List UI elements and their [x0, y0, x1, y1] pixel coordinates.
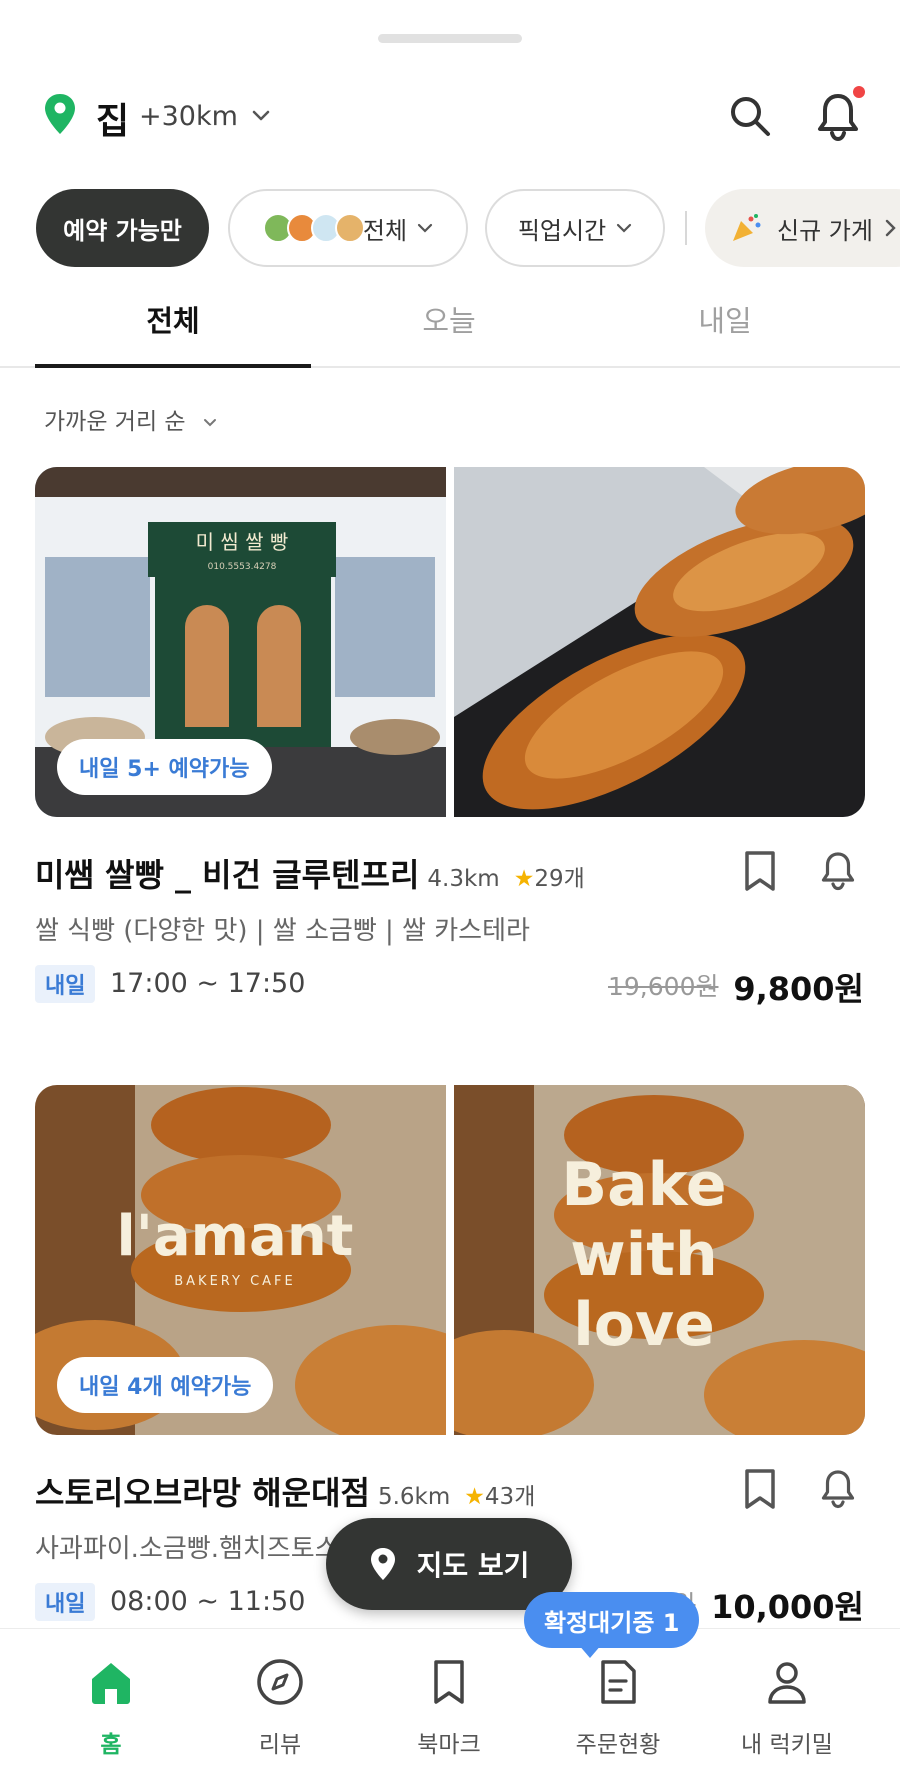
new-stores-chip[interactable]: 신규 가게 [705, 189, 900, 267]
bottom-navigation: 홈 리뷰 북마크 주문현황 내 럭키밀 [0, 1628, 900, 1774]
availability-badge: 내일 4개 예약가능 [57, 1357, 274, 1413]
bell-icon[interactable] [818, 849, 858, 893]
pending-orders-bubble[interactable]: 확정대기중 1 [524, 1592, 700, 1648]
tab-tomorrow[interactable]: 내일 [587, 298, 863, 340]
home-icon [92, 1663, 130, 1704]
logo-text: l'amant [117, 1204, 354, 1269]
nav-home[interactable]: 홈 [26, 1629, 196, 1774]
category-filter-chip[interactable]: 전체 [228, 189, 468, 267]
nav-label: 주문현황 [575, 1732, 661, 1758]
active-tab-indicator [35, 364, 311, 368]
nav-review[interactable]: 리뷰 [195, 1629, 365, 1774]
logo-subtext: BAKERY CAFE [174, 1274, 296, 1289]
slogan-line: Bake [561, 1150, 726, 1220]
store-menu: 쌀 식빵 (다양한 맛) | 쌀 소금빵 | 쌀 카스테라 [35, 916, 530, 946]
star-icon: ★ [513, 866, 535, 892]
store-title[interactable]: 스토리오브라망 해운대점 5.6km ★43개 [35, 1468, 535, 1514]
nav-label: 내 럭키밀 [741, 1732, 833, 1758]
location-name[interactable]: 집 [96, 92, 129, 144]
slogan-line: with [570, 1220, 717, 1290]
filter-chips: 예약 가능만 전체 픽업시간 신규 가게 [0, 189, 900, 267]
slogan-photo: Bake with love [454, 1085, 865, 1435]
bookmark-icon[interactable] [742, 1467, 778, 1511]
chevron-right-icon [885, 219, 896, 237]
sheet-grab-handle[interactable] [378, 34, 522, 43]
tab-today[interactable]: 오늘 [311, 298, 587, 340]
store-name: 미쌤 쌀빵 _ 비건 글루텐프리 [35, 856, 420, 894]
location-pin-icon [45, 94, 75, 134]
pickup-time: 08:00 ~ 11:50 [110, 1586, 306, 1617]
category-filter-label: 전체 [362, 216, 408, 245]
pickup-time-chip[interactable]: 픽업시간 [485, 189, 665, 267]
slogan-line: love [573, 1290, 715, 1360]
sign-phone-text: 010.5553.4278 [208, 562, 277, 572]
bookmark-icon [434, 1660, 464, 1704]
filter-divider [685, 211, 687, 245]
store-card[interactable]: 미 씸 쌀 빵 010.5553.4278 내일 5+ 예약가능 미쌤 쌀빵 _… [0, 467, 900, 1027]
store-images[interactable]: 미 씸 쌀 빵 010.5553.4278 내일 5+ 예약가능 [35, 467, 865, 817]
location-range[interactable]: +30km [139, 101, 238, 132]
nav-label: 리뷰 [258, 1732, 302, 1758]
store-distance: 5.6km [377, 1484, 451, 1510]
food-category-icons [262, 213, 365, 243]
sort-dropdown[interactable]: 가까운 거리 순 [44, 402, 217, 436]
nav-orders[interactable]: 주문현황 [533, 1629, 703, 1774]
pickup-day-badge: 내일 [35, 965, 96, 1003]
person-icon [768, 1662, 806, 1704]
chevron-down-icon [617, 223, 632, 233]
pickup-day-badge: 내일 [35, 1583, 96, 1621]
original-price: 19,600원 [608, 972, 719, 1001]
store-title[interactable]: 미쌤 쌀빵 _ 비건 글루텐프리 4.3km ★29개 [35, 850, 585, 896]
reservable-only-chip[interactable]: 예약 가능만 [36, 189, 209, 267]
sale-price: 9,800원 [733, 970, 864, 1008]
top-bar: 집 +30km [0, 78, 900, 154]
nav-bookmark[interactable]: 북마크 [364, 1629, 534, 1774]
sale-price: 10,000원 [711, 1588, 864, 1626]
nav-label: 홈 [100, 1732, 122, 1758]
search-icon[interactable] [726, 92, 774, 140]
pickup-time: 17:00 ~ 17:50 [110, 968, 306, 999]
map-pin-icon [370, 1548, 395, 1580]
reservable-only-label: 예약 가능만 [63, 216, 182, 245]
pickup-time-label: 픽업시간 [517, 216, 607, 245]
review-count: 29개 [534, 866, 585, 892]
day-tabs: 전체 오늘 내일 [0, 278, 900, 368]
compass-icon [257, 1659, 303, 1705]
chevron-down-icon[interactable] [250, 108, 272, 124]
availability-badge: 내일 5+ 예약가능 [57, 739, 272, 795]
order-document-icon [601, 1660, 636, 1704]
store-name: 스토리오브라망 해운대점 [35, 1474, 370, 1512]
sort-label: 가까운 거리 순 [44, 409, 186, 435]
map-view-label: 지도 보기 [416, 1549, 530, 1582]
new-stores-label: 신규 가게 [777, 216, 873, 245]
notification-dot [853, 86, 865, 98]
bookmark-icon[interactable] [742, 849, 778, 893]
star-icon: ★ [464, 1484, 485, 1510]
nav-my-page[interactable]: 내 럭키밀 [702, 1629, 872, 1774]
croissant-photo [454, 467, 865, 817]
sign-name-text: 미 씸 쌀 빵 [196, 530, 289, 554]
chevron-down-icon [203, 418, 216, 426]
store-distance: 4.3km [427, 866, 500, 892]
party-popper-icon [733, 214, 761, 241]
nav-label: 북마크 [417, 1732, 481, 1758]
bubble-tail [578, 1644, 602, 1658]
tab-all[interactable]: 전체 [35, 298, 311, 340]
store-images[interactable]: l'amant BAKERY CAFE Bake with love 내일 4개… [35, 1085, 865, 1435]
review-count: 43개 [484, 1484, 536, 1510]
chevron-down-icon [417, 223, 433, 233]
bell-icon[interactable] [818, 1467, 858, 1511]
